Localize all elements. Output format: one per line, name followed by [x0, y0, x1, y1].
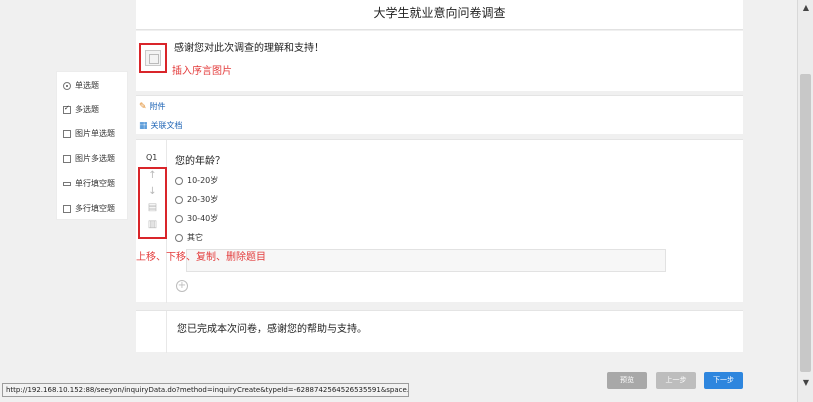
- palette-item-label: 多选题: [75, 105, 99, 114]
- copy-icon[interactable]: ▤: [140, 202, 165, 213]
- scroll-thumb[interactable]: [800, 74, 811, 372]
- survey-title: 大学生就业意向问卷调查: [373, 6, 506, 20]
- radio-button[interactable]: [175, 233, 183, 242]
- attachment-link[interactable]: ✎ 附件: [139, 101, 166, 112]
- survey-title-bar: 大学生就业意向问卷调查: [136, 0, 743, 30]
- preview-button[interactable]: 预览: [607, 372, 647, 389]
- ending-text: 您已完成本次问卷，感谢您的帮助与支持。: [177, 324, 367, 335]
- previous-step-button[interactable]: 上一步: [656, 372, 696, 389]
- palette-item-single-choice[interactable]: 单选题: [63, 80, 99, 91]
- image-placeholder-icon: [145, 50, 161, 66]
- trash-icon[interactable]: ▥: [140, 219, 165, 230]
- attachment-section: ✎ 附件 ▦ 关联文档: [136, 95, 743, 134]
- arrow-up-icon[interactable]: ↑: [140, 170, 165, 181]
- vertical-scrollbar[interactable]: ▲ ▼: [797, 0, 813, 402]
- scroll-up-icon[interactable]: ▲: [799, 3, 813, 15]
- option-item[interactable]: 10-20岁: [175, 175, 218, 186]
- option-label: 20-30岁: [187, 195, 219, 204]
- text-line-icon: [63, 181, 71, 186]
- paperclip-icon: ✎: [139, 101, 147, 112]
- question-controls: ↑ ↓ ▤ ▥: [138, 167, 167, 239]
- attachment-label: 附件: [149, 102, 166, 111]
- palette-item-label: 单选题: [75, 81, 99, 90]
- add-option-button[interactable]: +: [176, 280, 188, 292]
- controls-annotation: 上移、下移、复制、删除题目: [136, 252, 266, 263]
- intro-text: 感谢您对此次调查的理解和支持！: [174, 43, 324, 54]
- palette-item-label: 图片多选题: [75, 154, 115, 163]
- text-area-icon: [63, 204, 71, 213]
- option-item[interactable]: 其它: [175, 232, 203, 243]
- ending-gutter: [136, 311, 167, 353]
- palette-item-multi-line-fill[interactable]: 多行填空题: [63, 203, 115, 214]
- option-item[interactable]: 20-30岁: [175, 194, 218, 205]
- status-bar-url: http://192.168.10.152:88/seeyon/inquiryD…: [2, 383, 409, 397]
- palette-item-label: 图片单选题: [75, 129, 115, 138]
- intro-image-slot[interactable]: [139, 43, 167, 73]
- palette-item-label: 单行填空题: [75, 179, 115, 188]
- palette-item-multiple-choice[interactable]: 多选题: [63, 104, 99, 115]
- option-label: 10-20岁: [187, 176, 219, 185]
- radio-button[interactable]: [175, 176, 183, 185]
- radio-icon: [63, 81, 71, 90]
- option-label: 30-40岁: [187, 214, 219, 223]
- ending-section: 您已完成本次问卷，感谢您的帮助与支持。: [136, 310, 743, 353]
- next-step-button[interactable]: 下一步: [704, 372, 743, 389]
- question-title: 您的年龄？: [175, 156, 225, 167]
- intro-image-annotation: 插入序言图片: [172, 66, 232, 77]
- document-icon: ▦: [139, 120, 148, 131]
- palette-item-image-single-choice[interactable]: 图片单选题: [63, 128, 115, 139]
- checkbox-icon: [63, 104, 71, 114]
- scroll-down-icon[interactable]: ▼: [799, 378, 813, 390]
- question-number: Q1: [146, 153, 158, 162]
- question-card: Q1 ↑ ↓ ▤ ▥ 您的年龄？ 10-20岁 20-30岁 30-40岁 其它…: [136, 139, 743, 303]
- palette-item-label: 多行填空题: [75, 204, 115, 213]
- intro-section: 感谢您对此次调查的理解和支持！ 插入序言图片: [136, 31, 743, 91]
- arrow-down-icon[interactable]: ↓: [140, 186, 165, 197]
- question-type-palette: 单选题 多选题 图片单选题 图片多选题 单行填空题 多行填空题: [56, 71, 128, 220]
- image-icon: [63, 154, 71, 163]
- related-doc-link[interactable]: ▦ 关联文档: [139, 120, 183, 131]
- palette-item-image-multiple-choice[interactable]: 图片多选题: [63, 153, 115, 164]
- radio-button[interactable]: [175, 214, 183, 223]
- radio-button[interactable]: [175, 195, 183, 204]
- image-icon: [63, 129, 71, 138]
- option-label: 其它: [187, 233, 203, 242]
- related-doc-label: 关联文档: [150, 121, 183, 130]
- option-item[interactable]: 30-40岁: [175, 213, 218, 224]
- palette-item-single-line-fill[interactable]: 单行填空题: [63, 178, 115, 189]
